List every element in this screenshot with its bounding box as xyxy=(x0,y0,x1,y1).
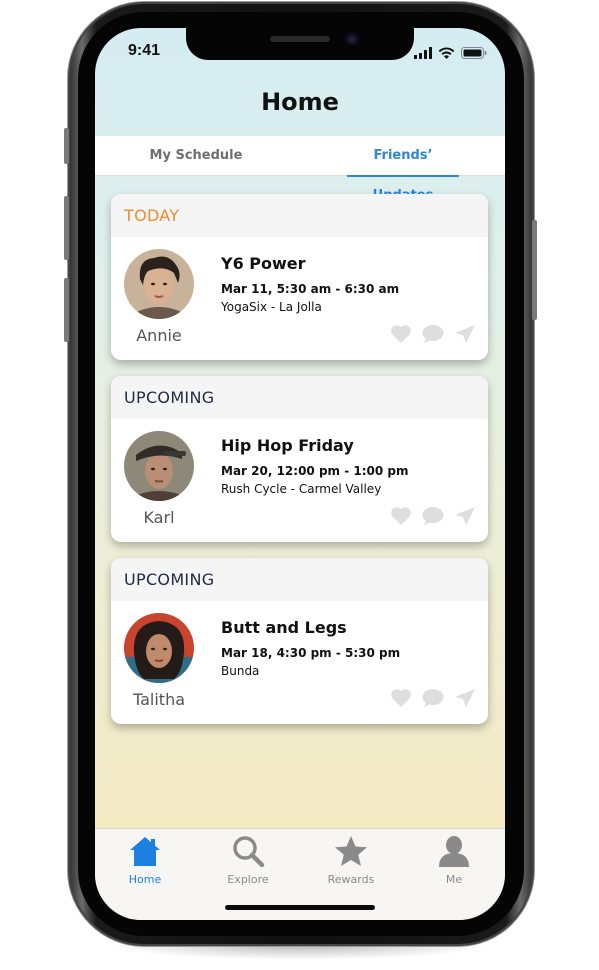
cellular-signal-icon xyxy=(414,44,432,63)
heart-icon[interactable] xyxy=(390,324,412,344)
power-button xyxy=(532,220,537,320)
tabbar-rewards[interactable]: Rewards xyxy=(311,835,391,886)
class-venue: Bunda xyxy=(221,664,260,678)
silent-switch xyxy=(64,128,69,164)
person-icon xyxy=(437,836,471,871)
avatar[interactable] xyxy=(124,249,194,319)
send-icon[interactable] xyxy=(454,506,476,526)
search-icon xyxy=(231,836,265,871)
star-icon xyxy=(334,836,368,871)
notch xyxy=(186,28,414,60)
status-time: 9:41 xyxy=(128,42,161,59)
class-time: Mar 20, 12:00 pm - 1:00 pm xyxy=(221,464,409,478)
card-actions xyxy=(390,688,476,708)
comment-icon[interactable] xyxy=(422,324,444,344)
activity-card[interactable]: TODAY Annie Y6 Power Mar 11, 5:30 am - 6… xyxy=(111,194,488,360)
class-title: Y6 Power xyxy=(221,254,306,273)
class-title: Butt and Legs xyxy=(221,618,347,637)
speaker xyxy=(270,36,330,42)
friend-name: Karl xyxy=(143,508,175,527)
card-section-header: TODAY xyxy=(111,194,488,237)
class-venue: Rush Cycle - Carmel Valley xyxy=(221,482,382,496)
class-venue: YogaSix - La Jolla xyxy=(221,300,322,314)
activity-card[interactable]: UPCOMING Talitha Butt and Legs Mar 18, 4… xyxy=(111,558,488,724)
front-camera xyxy=(346,33,358,45)
segmented-tabs: My Schedule Friends’ Updates xyxy=(95,136,505,203)
avatar[interactable] xyxy=(124,613,194,683)
friend-name: Annie xyxy=(136,326,182,345)
heart-icon[interactable] xyxy=(390,688,412,708)
home-icon xyxy=(128,837,162,871)
battery-icon xyxy=(461,44,487,63)
class-time: Mar 11, 5:30 am - 6:30 am xyxy=(221,282,400,296)
heart-icon[interactable] xyxy=(390,506,412,526)
tabbar-rewards-label: Rewards xyxy=(327,873,375,886)
comment-icon[interactable] xyxy=(422,688,444,708)
tab-friends-updates[interactable]: Friends’ Updates xyxy=(347,136,459,203)
status-icons xyxy=(414,44,487,63)
active-tab-indicator xyxy=(347,175,459,177)
tabbar-home-label: Home xyxy=(128,873,162,886)
tab-my-schedule[interactable]: My Schedule xyxy=(135,136,257,176)
send-icon[interactable] xyxy=(454,688,476,708)
card-actions xyxy=(390,506,476,526)
tabbar-explore[interactable]: Explore xyxy=(208,835,288,886)
tabbar-explore-label: Explore xyxy=(227,873,269,886)
activity-card[interactable]: UPCOMING Karl Hip Hop Friday Mar 20, 12:… xyxy=(111,376,488,542)
tabbar-home[interactable]: Home xyxy=(105,835,185,886)
card-actions xyxy=(390,324,476,344)
home-indicator[interactable] xyxy=(225,905,375,910)
tabbar-me[interactable]: Me xyxy=(414,835,494,886)
page-title: Home xyxy=(261,88,339,116)
comment-icon[interactable] xyxy=(422,506,444,526)
class-title: Hip Hop Friday xyxy=(221,436,354,455)
card-section-header: UPCOMING xyxy=(111,376,488,419)
volume-down-button xyxy=(64,278,69,342)
wifi-icon xyxy=(438,44,455,63)
volume-up-button xyxy=(64,196,69,260)
avatar[interactable] xyxy=(124,431,194,501)
send-icon[interactable] xyxy=(454,324,476,344)
tabbar-me-label: Me xyxy=(445,873,463,886)
phone-screen: 9:41 Home My Schedule Friends’ TODAY Ann… xyxy=(95,28,505,920)
card-section-header: UPCOMING xyxy=(111,558,488,601)
friend-name: Talitha xyxy=(132,690,186,709)
class-time: Mar 18, 4:30 pm - 5:30 pm xyxy=(221,646,401,660)
